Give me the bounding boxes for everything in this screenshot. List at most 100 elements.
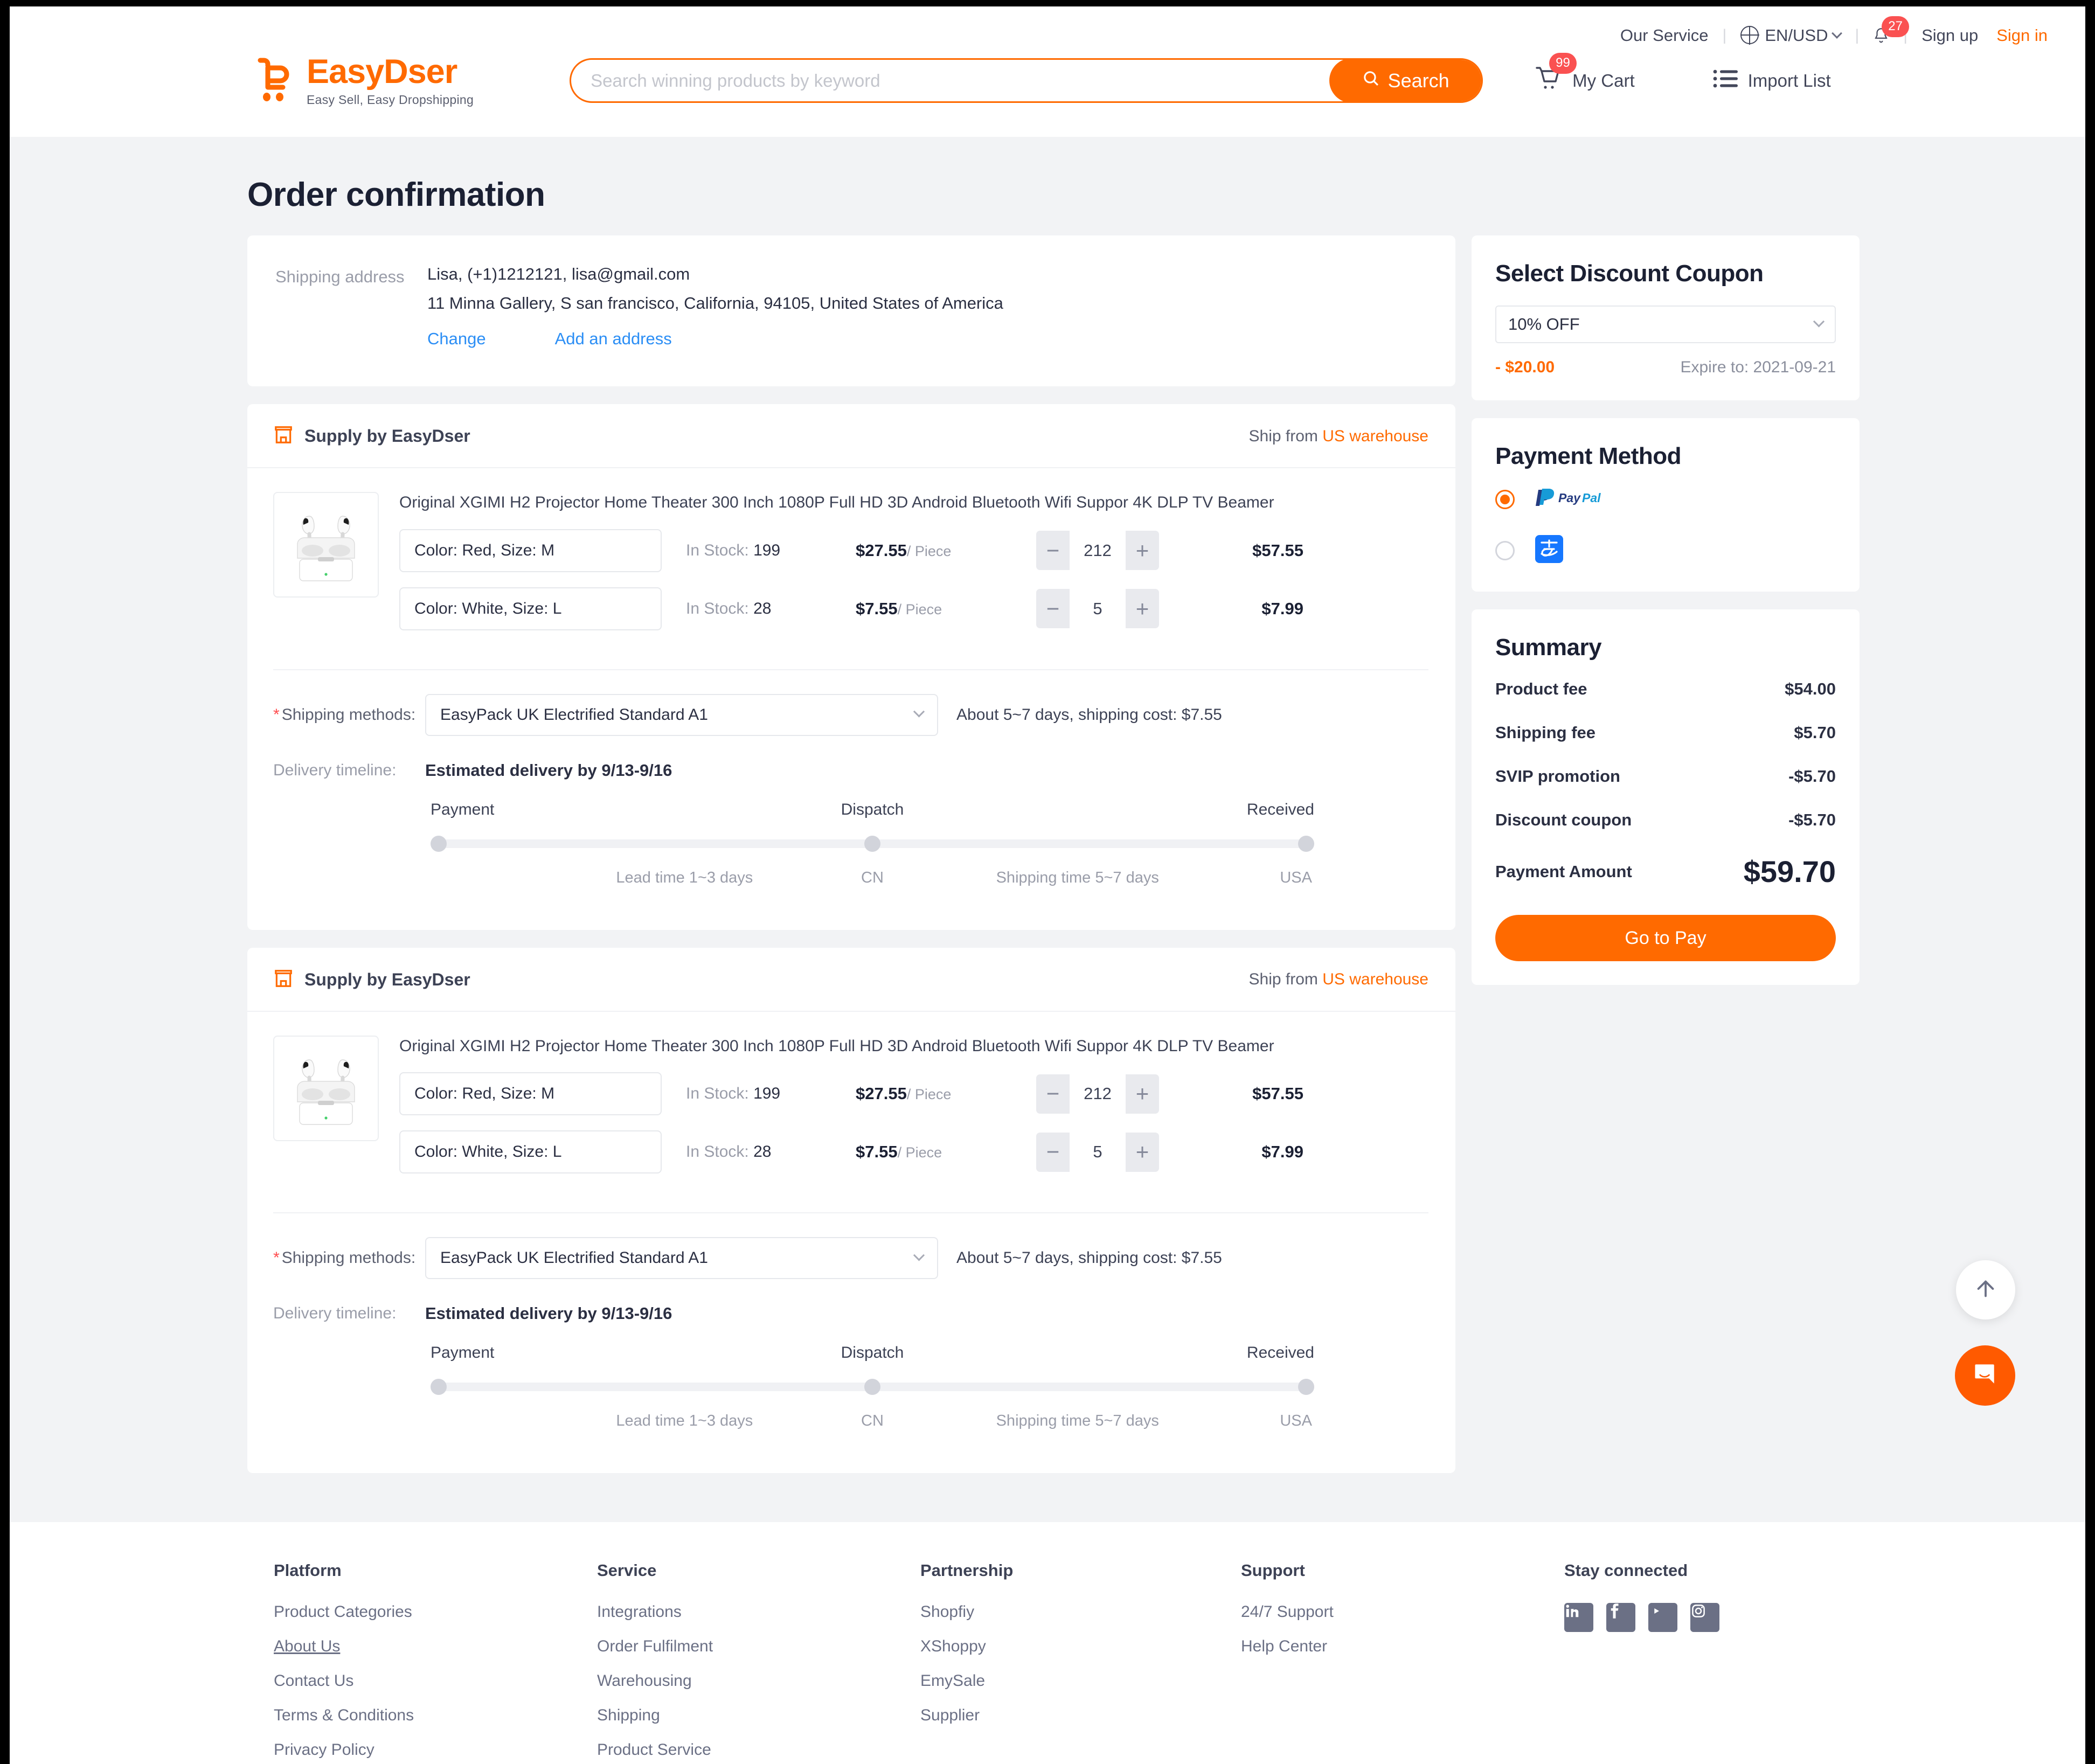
coupon-discount-amount: - $20.00 [1495,358,1555,376]
footer-link[interactable]: Help Center [1241,1637,1564,1656]
variant-row: Color: Red, Size: M In Stock: 199 $27.55… [399,1072,1428,1115]
footer-link[interactable]: About Us [274,1637,597,1656]
product-thumbnail[interactable] [273,492,379,598]
footer-link[interactable]: Contact Us [274,1672,597,1690]
quantity-input[interactable] [1070,589,1126,628]
stock-label: In Stock: [686,1143,749,1161]
product-body: Original XGIMI H2 Projector Home Theater… [247,1012,1455,1194]
svg-text:Pay: Pay [1558,491,1581,505]
stock-label: In Stock: [686,599,749,617]
shipping-method-label: * Shipping methods: [273,1249,425,1267]
unit-price: $27.55/ Piece [856,1084,1036,1103]
paypal-radio[interactable] [1495,489,1515,509]
scroll-to-top-button[interactable] [1956,1260,2015,1319]
live-chat-button[interactable] [1955,1345,2015,1406]
linkedin-icon[interactable] [1564,1603,1593,1632]
notifications-button[interactable]: 27 [1873,16,1909,45]
nav-divider: | [1855,26,1860,44]
unit-price-suffix: / Piece [906,543,952,559]
payment-option-alipay[interactable] [1495,535,1836,566]
shipping-address-label: Shipping address [275,267,405,286]
footer-column-partnership: Partnership Shopfiy XShoppy EmySale Supp… [920,1561,1241,1764]
variant-select[interactable]: Color: White, Size: L [399,1130,662,1173]
search-icon [1362,70,1380,92]
footer-link[interactable]: Integrations [597,1603,920,1621]
checkout-layout: Shipping address Lisa, (+1)1212121, lisa… [10,235,2085,1491]
notification-badge: 27 [1882,16,1909,37]
delivery-timeline-label: Delivery timeline: [273,761,397,779]
increase-quantity-button[interactable]: + [1126,1133,1159,1172]
brand-logo[interactable]: EasyDser Easy Sell, Easy Dropshipping [255,55,474,106]
instagram-icon[interactable] [1690,1603,1719,1632]
stock-info: In Stock: 199 [662,541,856,560]
site-header: Our Service | EN/USD | 27 | Sign up Sign… [10,6,2085,137]
shipping-address-card: Shipping address Lisa, (+1)1212121, lisa… [247,235,1455,386]
search-input[interactable] [571,70,1330,91]
line-total: $7.99 [1261,1142,1303,1161]
quantity-stepper[interactable]: − + [1036,1074,1159,1114]
alipay-radio[interactable] [1495,540,1515,560]
summary-row-value: $5.70 [1794,723,1836,742]
footer-link[interactable]: Product Service [597,1741,920,1759]
payment-option-paypal[interactable]: Pay Pal [1495,488,1836,510]
summary-row-label: Shipping fee [1495,723,1595,742]
footer-link[interactable]: EmySale [920,1672,1241,1690]
summary-title: Summary [1495,634,1602,661]
go-to-pay-button[interactable]: Go to Pay [1495,915,1836,961]
footer-link[interactable]: Order Fulfilment [597,1637,920,1656]
footer-link[interactable]: Shipping [597,1706,920,1725]
footer-link[interactable]: Shopfiy [920,1603,1241,1621]
quantity-stepper[interactable]: − + [1036,531,1159,570]
variant-select[interactable]: Color: Red, Size: M [399,1072,662,1115]
footer-link[interactable]: Privacy Policy [274,1741,597,1759]
coupon-select[interactable]: 10% OFF [1495,305,1836,343]
shipping-cost-note: About 5~7 days, shipping cost: $7.55 [956,705,1222,724]
change-address-link[interactable]: Change [427,329,486,349]
alipay-logo-icon [1535,535,1563,566]
shipping-method-select[interactable]: EasyPack UK Electrified Standard A1 [425,1237,938,1279]
locale-selector[interactable]: EN/USD [1740,26,1843,45]
delivery-timeline-label: Delivery timeline: [273,1304,397,1322]
my-cart-link[interactable]: 99 My Cart [1534,52,1635,97]
summary-row: Discount coupon -$5.70 [1495,810,1836,830]
footer-link[interactable]: Supplier [920,1706,1241,1725]
variant-select[interactable]: Color: Red, Size: M [399,529,662,572]
footer-link[interactable]: 24/7 Support [1241,1603,1564,1621]
unit-price-suffix: / Piece [897,601,942,617]
checkout-left-column: Shipping address Lisa, (+1)1212121, lisa… [247,235,1455,1491]
timeline-stage-dispatch: Dispatch [841,800,904,818]
increase-quantity-button[interactable]: + [1126,589,1159,628]
timeline-graph: Payment Dispatch Received Lead time 1~3 … [431,1344,1314,1441]
quantity-input[interactable] [1070,531,1126,570]
sign-up-link[interactable]: Sign up [1921,26,1978,45]
facebook-icon[interactable] [1606,1603,1635,1632]
footer-link[interactable]: Warehousing [597,1672,920,1690]
footer-link[interactable]: Product Categories [274,1603,597,1621]
footer-link[interactable]: XShoppy [920,1637,1241,1656]
footer-link[interactable]: Terms & Conditions [274,1706,597,1725]
decrease-quantity-button[interactable]: − [1036,1074,1070,1114]
sign-in-link[interactable]: Sign in [1996,26,2048,45]
timeline-shipping-time: Shipping time 5~7 days [996,1412,1159,1429]
increase-quantity-button[interactable]: + [1126,531,1159,570]
our-service-link[interactable]: Our Service [1620,26,1709,45]
timeline-stage-received: Received [1246,1344,1314,1362]
decrease-quantity-button[interactable]: − [1036,589,1070,628]
quantity-input[interactable] [1070,1132,1126,1172]
quantity-input[interactable] [1070,1074,1126,1114]
add-address-link[interactable]: Add an address [555,329,672,349]
shopping-cart-logo-icon [255,56,295,106]
ship-from-info: Ship from US warehouse [1249,427,1429,446]
product-thumbnail[interactable] [273,1035,379,1141]
search-button[interactable]: Search [1329,60,1482,101]
quantity-stepper[interactable]: − + [1036,1132,1159,1172]
supplier-name: Supply by EasyDser [304,969,470,989]
import-list-link[interactable]: Import List [1713,67,1831,94]
variant-select[interactable]: Color: White, Size: L [399,587,662,630]
decrease-quantity-button[interactable]: − [1036,531,1070,570]
increase-quantity-button[interactable]: + [1126,1074,1159,1114]
shipping-method-select[interactable]: EasyPack UK Electrified Standard A1 [425,693,938,736]
decrease-quantity-button[interactable]: − [1036,1133,1070,1172]
quantity-stepper[interactable]: − + [1036,589,1159,628]
youtube-icon[interactable] [1648,1603,1677,1632]
